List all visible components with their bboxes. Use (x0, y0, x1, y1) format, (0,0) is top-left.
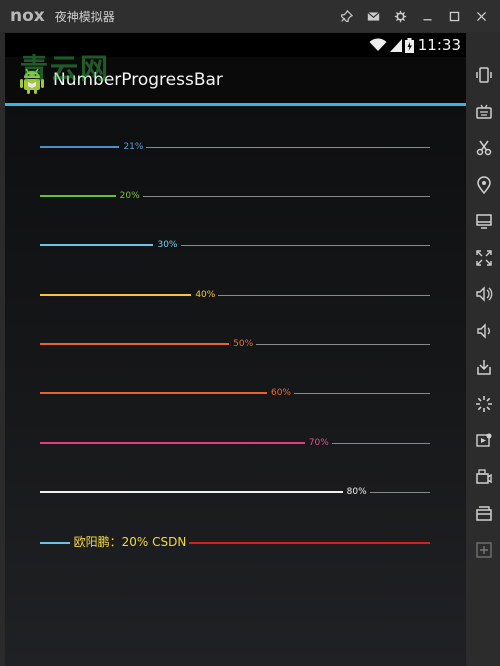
phone-shake-icon[interactable] (467, 57, 500, 94)
apk-install-icon[interactable] (467, 349, 500, 386)
signal-icon (389, 38, 402, 52)
location-icon[interactable] (467, 167, 500, 204)
folder-icon[interactable] (467, 495, 500, 532)
status-bar: 11:33 (5, 33, 466, 57)
progress-unreached-line (142, 195, 430, 197)
battery-icon (404, 37, 414, 53)
scissors-icon[interactable] (467, 130, 500, 167)
number-progress-bar: 60% (40, 386, 430, 400)
android-screen: 11:33 NumberProgressBar 青云网 21% 20% 30% 40%… (5, 33, 466, 666)
keyboard-icon[interactable] (467, 94, 500, 131)
progress-unreached-line (180, 244, 430, 246)
camera-icon[interactable] (467, 459, 500, 496)
number-progress-bar: 70% (40, 436, 430, 450)
emulator-titlebar: nox 夜神模拟器 (0, 0, 500, 32)
progress-unreached-line (331, 442, 430, 444)
progress-percent-label: 70% (308, 438, 329, 448)
status-time: 11:33 (417, 36, 461, 54)
android-app-icon[interactable] (17, 65, 47, 95)
number-progress-bar: 20% (40, 189, 430, 203)
progress-percent-label: 40% (195, 290, 216, 300)
number-progress-bar: 21% (40, 140, 430, 154)
progress-percent-label: 30% (157, 240, 178, 250)
emulator-sidebar (467, 33, 500, 666)
emulator-title: 夜神模拟器 (54, 9, 115, 24)
number-progress-bar: 50% (40, 337, 430, 351)
wifi-icon (369, 38, 387, 52)
maximize-icon[interactable] (441, 3, 467, 29)
progress-unreached-line (189, 542, 430, 544)
close-icon[interactable] (468, 3, 494, 29)
progress-reached-line (40, 491, 343, 493)
progress-unreached-line (256, 343, 430, 345)
nox-logo: nox (10, 6, 45, 26)
progress-percent-label: 60% (270, 388, 291, 398)
volume-down-icon[interactable] (467, 313, 500, 350)
progress-reached-line (40, 343, 230, 345)
screen-icon[interactable] (467, 203, 500, 240)
video-record-icon[interactable] (467, 422, 500, 459)
number-progress-bar: 40% (40, 288, 430, 302)
pin-icon[interactable] (333, 3, 359, 29)
add-icon[interactable] (467, 532, 500, 569)
app-title: NumberProgressBar (53, 70, 223, 90)
loading-icon[interactable] (467, 386, 500, 423)
progress-unreached-line (293, 392, 430, 394)
number-progress-bar: 30% (40, 238, 430, 252)
progress-percent-label: 20% (119, 191, 140, 201)
progress-reached-line (40, 542, 70, 544)
progress-reached-line (40, 442, 305, 444)
mail-icon[interactable] (360, 3, 386, 29)
progress-reached-line (40, 195, 116, 197)
status-icons: 11:33 (366, 33, 461, 57)
minimize-icon[interactable] (414, 3, 440, 29)
progress-percent-label: 80% (346, 487, 367, 497)
progress-percent-label: 50% (233, 339, 254, 349)
number-progress-bar: 欧阳鹏：20% CSDN (40, 535, 430, 549)
number-progress-bar: 80% (40, 485, 430, 499)
volume-up-icon[interactable] (467, 276, 500, 313)
progress-reached-line (40, 392, 267, 394)
progress-percent-label: 21% (123, 142, 144, 152)
progress-unreached-line (369, 491, 430, 493)
fullscreen-icon[interactable] (467, 240, 500, 277)
progress-unreached-line (218, 294, 430, 296)
progress-reached-line (40, 146, 120, 148)
progress-reached-line (40, 294, 192, 296)
action-bar: NumberProgressBar (5, 57, 466, 106)
progress-reached-line (40, 244, 154, 246)
window-controls (332, 0, 494, 32)
settings-gear-icon[interactable] (387, 3, 413, 29)
progress-unreached-line (146, 146, 430, 148)
progress-percent-label: 欧阳鹏：20% CSDN (73, 535, 187, 549)
